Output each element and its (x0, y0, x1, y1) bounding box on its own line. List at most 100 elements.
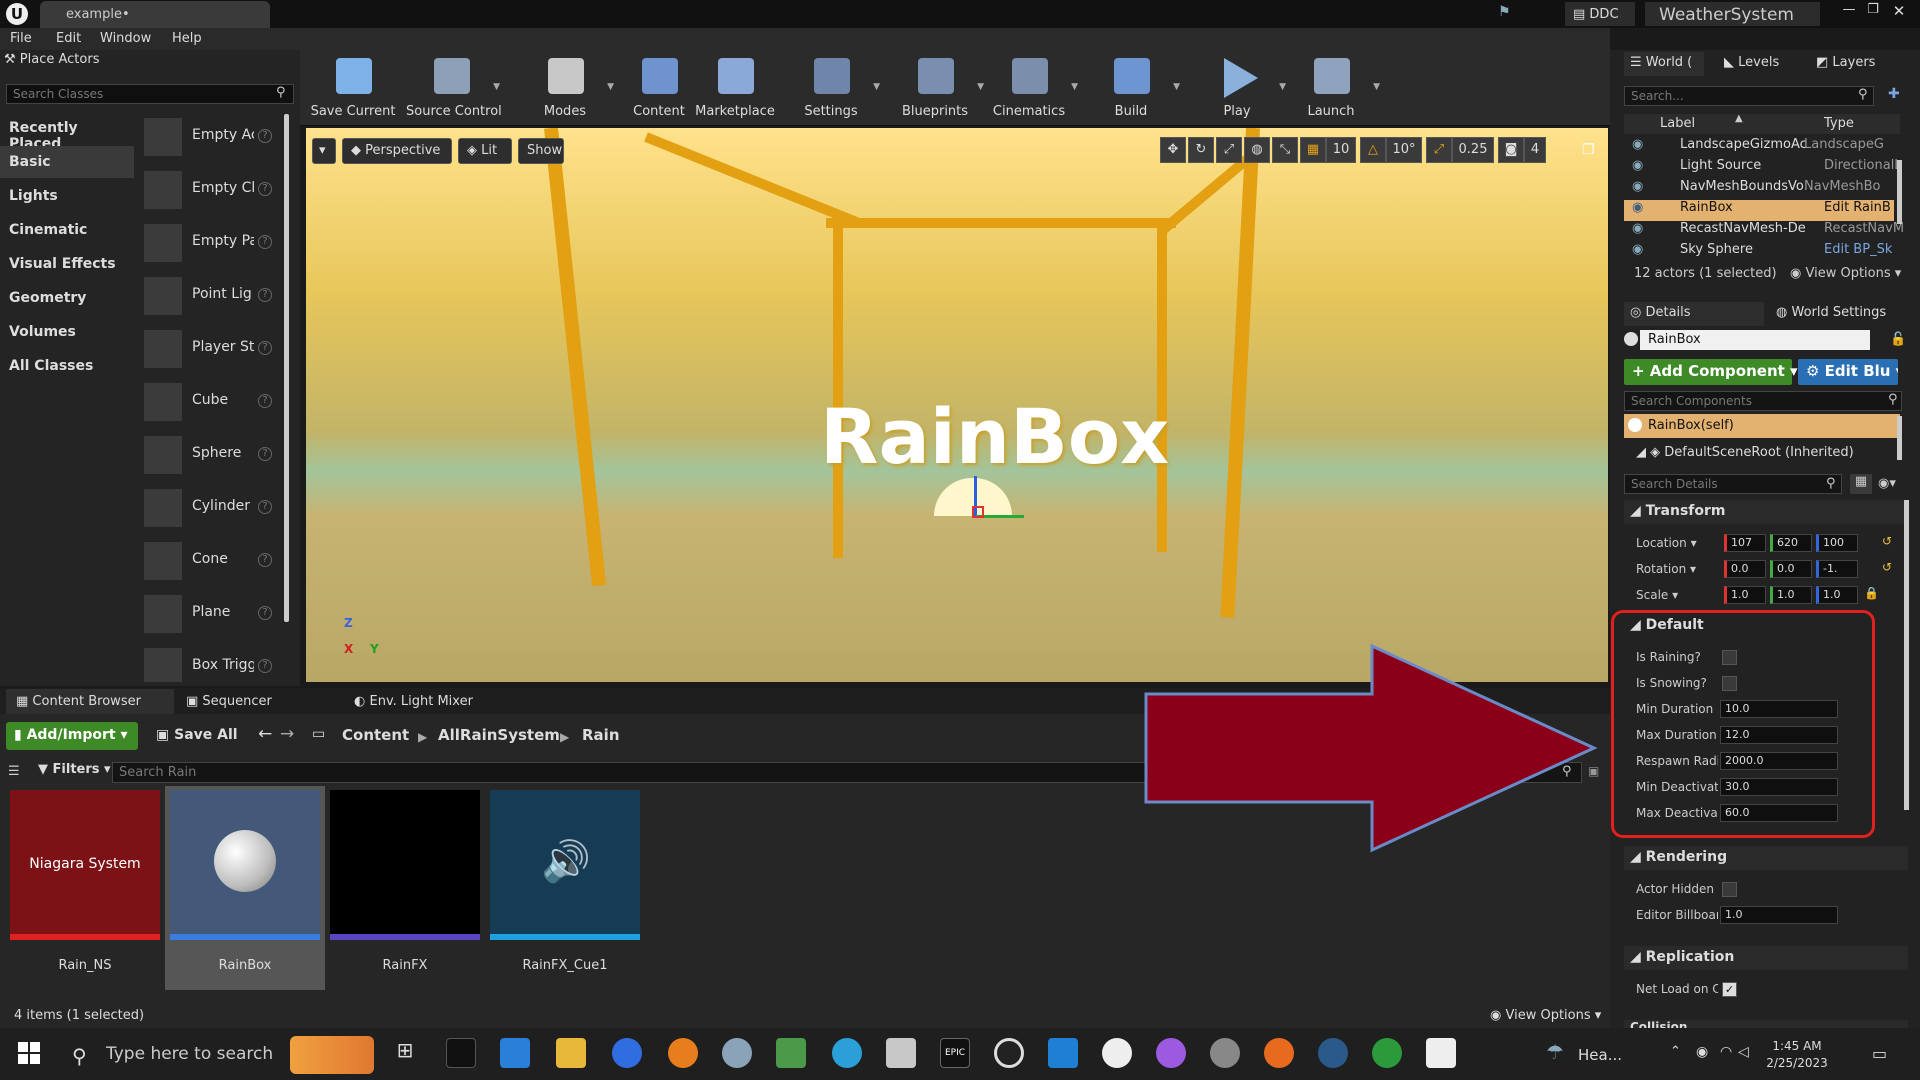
column-type[interactable]: Type (1824, 116, 1854, 131)
translate-mode-icon[interactable]: ✥ (1160, 137, 1186, 163)
world-local-icon[interactable]: ◍ (1244, 137, 1270, 163)
build-button[interactable]: Build ▼ (1086, 54, 1180, 122)
scale-z-field[interactable]: 1.0 (1816, 586, 1858, 604)
close-icon[interactable]: ✕ (1888, 2, 1910, 20)
outliner-scrollbar[interactable] (1897, 160, 1902, 224)
category-volumes[interactable]: Volumes (0, 316, 134, 348)
menu-edit[interactable]: Edit (56, 31, 81, 46)
breadcrumb-rain[interactable]: Rain (582, 726, 620, 744)
eye-icon[interactable]: ◉ (1632, 200, 1643, 215)
search-components-input[interactable]: Search Components (1624, 391, 1902, 411)
components-scrollbar[interactable] (1897, 416, 1902, 460)
blueprints-button[interactable]: Blueprints ▼ (890, 54, 984, 122)
cinematics-button[interactable]: Cinematics ▼ (984, 54, 1078, 122)
actor-hidden-checkbox[interactable] (1722, 882, 1737, 897)
help-icon[interactable]: ? (258, 659, 272, 673)
eye-icon[interactable]: ◉ (1632, 221, 1643, 236)
scale-y-field[interactable]: 1.0 (1770, 586, 1812, 604)
save-all-button[interactable]: ▣ Save All (152, 722, 242, 750)
pin-icon[interactable]: ✚ (1888, 86, 1900, 102)
tab-details[interactable]: ◎ Details (1624, 302, 1764, 326)
actor-empty-pawn[interactable]: Empty Pa? (140, 218, 282, 266)
actor-empty-actor[interactable]: Empty Ac? (140, 112, 282, 160)
sources-panel-icon[interactable]: ☰ (8, 764, 20, 779)
place-actors-scrollbar[interactable] (284, 114, 289, 622)
eye-icon[interactable]: ◉ (1632, 137, 1643, 152)
surface-snap-icon[interactable]: ⤡ (1272, 137, 1298, 163)
record-icon[interactable] (994, 1038, 1024, 1068)
breadcrumb-allrainsystem[interactable]: AllRainSystem (438, 726, 560, 744)
outliner-row-selected[interactable]: ◉ RainBox Edit RainB (1624, 200, 1894, 221)
help-icon[interactable]: ? (258, 235, 272, 249)
asset-rainbox[interactable]: RainBox (170, 790, 320, 986)
component-self[interactable]: RainBox(self) (1624, 414, 1900, 438)
scale-label[interactable]: Scale ▾ (1636, 588, 1718, 602)
app-icon[interactable] (886, 1038, 916, 1068)
search-classes-input[interactable]: Search Classes (6, 84, 294, 104)
rotation-x-field[interactable]: 0.0 (1724, 560, 1766, 578)
help-icon[interactable]: ? (258, 447, 272, 461)
firefox-icon[interactable] (1264, 1038, 1294, 1068)
location-icon[interactable]: ◉ (1696, 1044, 1708, 1060)
camera-speed-icon[interactable]: ◙ (1498, 137, 1524, 163)
actor-box-trigger[interactable]: Box Trigg? (140, 642, 282, 682)
grid-snap-icon[interactable]: ▦ (1300, 137, 1326, 163)
search-details-input[interactable]: Search Details (1624, 474, 1842, 494)
outliner-search-input[interactable]: Search... (1624, 86, 1874, 106)
vscode-icon[interactable] (1048, 1038, 1078, 1068)
perspective-button[interactable]: ◆ Perspective (342, 138, 452, 164)
edge-icon[interactable] (832, 1038, 862, 1068)
rotation-z-field[interactable]: -1. (1816, 560, 1858, 578)
wifi-icon[interactable]: ◠ (1720, 1044, 1732, 1060)
camera-speed-value[interactable]: 4 (1524, 137, 1546, 163)
sort-up-icon[interactable]: ▲ (1735, 113, 1743, 124)
app-icon[interactable] (776, 1038, 806, 1068)
rotation-snap-value[interactable]: 10° (1386, 137, 1422, 163)
help-icon[interactable]: ? (258, 553, 272, 567)
tab-world-outliner[interactable]: ☰ World ( (1624, 52, 1704, 76)
help-icon[interactable]: ? (258, 606, 272, 620)
marketplace-button[interactable]: Marketplace (690, 54, 780, 122)
help-icon[interactable]: ? (258, 394, 272, 408)
asset-rainfx-cue1[interactable]: 🔊 RainFX_Cue1 (490, 790, 640, 986)
asset-rainfx[interactable]: RainFX (330, 790, 480, 986)
terminal-icon[interactable] (446, 1038, 476, 1068)
tab-sequencer[interactable]: ▣ Sequencer (176, 689, 336, 714)
eye-icon[interactable]: ◉ (1632, 242, 1643, 257)
app-icon[interactable] (612, 1038, 642, 1068)
weather-text[interactable]: Hea... (1578, 1046, 1622, 1064)
scale-snap-icon[interactable]: ⤢ (1426, 137, 1452, 163)
rotation-snap-icon[interactable]: △ (1360, 137, 1386, 163)
github-icon[interactable] (1102, 1038, 1132, 1068)
location-x-field[interactable]: 107 (1724, 534, 1766, 552)
source-control-status-icon[interactable]: ⚑ (1498, 4, 1518, 22)
actor-plane[interactable]: Plane? (140, 589, 282, 637)
scale-x-field[interactable]: 1.0 (1724, 586, 1766, 604)
editor-billboard-field[interactable]: 1.0 (1720, 906, 1838, 924)
help-icon[interactable]: ? (258, 288, 272, 302)
location-z-field[interactable]: 100 (1816, 534, 1858, 552)
notepad-icon[interactable] (1426, 1038, 1456, 1068)
details-scrollbar[interactable] (1904, 500, 1909, 810)
grid-snap-value[interactable]: 10 (1326, 137, 1356, 163)
place-actors-tab[interactable]: ⚒ Place Actors (4, 52, 164, 72)
file-explorer-icon[interactable] (556, 1038, 586, 1068)
epic-games-icon[interactable]: EPIC (940, 1038, 970, 1068)
ddc-indicator[interactable]: ▤ DDC (1565, 2, 1635, 26)
eye-icon[interactable]: ◉ (1632, 158, 1643, 173)
replication-section[interactable]: ◢ Replication (1624, 946, 1908, 970)
asset-rain-ns[interactable]: Niagara System Rain_NS (10, 790, 160, 986)
modes-button[interactable]: Modes ▼ (520, 54, 614, 122)
actor-name-field[interactable]: RainBox (1640, 330, 1870, 350)
launch-button[interactable]: Launch ▼ (1286, 54, 1380, 122)
tab-layers[interactable]: ◩ Layers (1810, 52, 1896, 76)
help-icon[interactable]: ? (258, 500, 272, 514)
category-all-classes[interactable]: All Classes (0, 350, 134, 382)
lock-icon[interactable]: 🔓 (1890, 332, 1906, 347)
minimize-icon[interactable]: — (1838, 2, 1860, 20)
category-visual-effects[interactable]: Visual Effects (0, 248, 134, 280)
outliner-row[interactable]: ◉ Light Source DirectionalL (1624, 158, 1902, 179)
outliner-view-options-button[interactable]: ◉ View Options ▾ (1790, 266, 1901, 281)
menu-file[interactable]: File (10, 31, 32, 46)
rotation-label[interactable]: Rotation ▾ (1636, 562, 1718, 576)
